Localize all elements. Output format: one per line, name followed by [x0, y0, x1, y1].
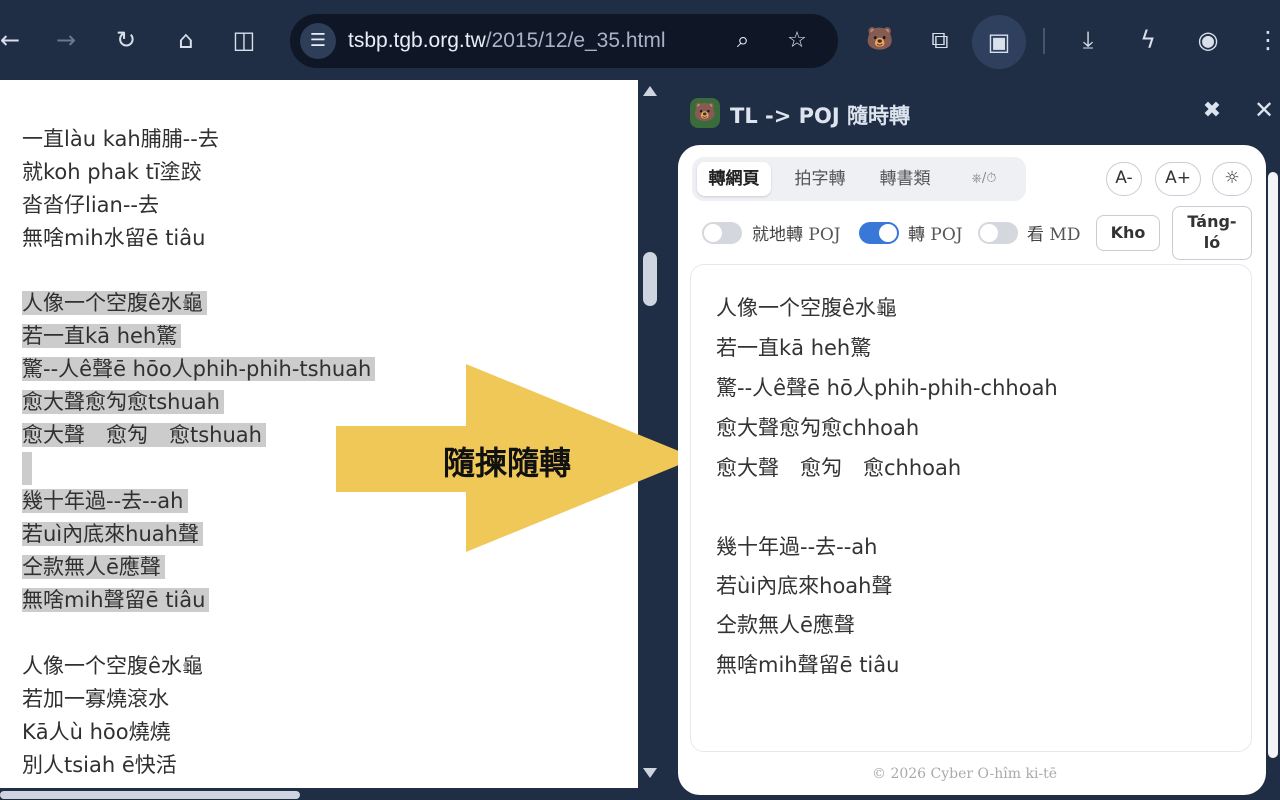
split-view-icon[interactable]: ◫ [226, 22, 262, 58]
bear-logo-icon: 🐻 [690, 98, 720, 128]
converted-line: 若ùi內底來hoah聲 [716, 574, 893, 598]
browser-menu-icon[interactable]: ⋮ [1250, 22, 1280, 58]
converted-line: 幾十年過--去--ah [716, 535, 878, 559]
page-horizontal-scroll-thumb[interactable] [0, 791, 300, 799]
toggle-inplace-poj-label: 就地轉 POJ [752, 225, 841, 245]
converted-line: 愈大聲愈勼愈chhoah [716, 416, 920, 440]
toggle-view-md[interactable] [978, 222, 1018, 244]
poem-line-selected[interactable]: 仝款無人ē應聲 [22, 551, 165, 584]
poem-line-selected[interactable]: 若uì內底來huah聲 [22, 518, 203, 551]
page-scroll-thumb[interactable] [643, 252, 657, 306]
poem-line-selected[interactable]: 愈大聲愈勼愈tshuah [22, 386, 224, 419]
side-panel-icon: ▣ [987, 28, 1011, 56]
performance-icon[interactable]: ϟ [1130, 22, 1166, 58]
poem-line: 沓沓仔lian--去 [22, 193, 160, 217]
scroll-up-arrow-icon[interactable] [643, 86, 657, 96]
theme-toggle-sun-icon[interactable]: ☼ [1212, 162, 1252, 196]
panel-scroll-thumb[interactable] [1268, 172, 1278, 758]
poem-line: 人像一个空腹ê水龜 [22, 654, 203, 678]
copy-button[interactable]: Kho [1096, 215, 1160, 251]
toggle-convert-poj[interactable] [859, 222, 899, 244]
poem-line-selected[interactable]: 愈大聲 愈勼 愈tshuah [22, 419, 266, 452]
tab-settings[interactable]: ⎈/⏱ [955, 162, 1013, 196]
convert-arrow-label: 隨揀隨轉 [443, 444, 572, 482]
poem-line: Kā人ù hōo燒燒 [22, 720, 171, 744]
font-larger-button[interactable]: A+ [1155, 162, 1201, 196]
scroll-down-arrow-icon[interactable] [643, 768, 657, 778]
poem-line: 就koh phak tī塗跤 [22, 160, 202, 184]
poem-line-selected[interactable]: 驚--人ê聲ē hōo人phih-phih-tshuah [22, 353, 376, 386]
converted-line: 若一直kā heh驚 [716, 336, 872, 360]
converted-line: 仝款無人ē應聲 [716, 613, 855, 637]
poem-line-selected[interactable]: 幾十年過--去--ah [22, 485, 188, 518]
toolbar-separator [1043, 28, 1045, 54]
font-smaller-button[interactable]: A- [1106, 162, 1142, 196]
close-icon[interactable]: ✕ [1250, 96, 1278, 126]
extensions-puzzle-icon[interactable]: ⧉ [922, 22, 958, 58]
clear-button[interactable]: Táng-ló [1172, 206, 1252, 260]
poem-line: 若加一寡燒滾水 [22, 687, 169, 711]
converted-line: 無啥mih聲留ē tiâu [716, 653, 900, 677]
profile-avatar[interactable]: ◉ [1190, 22, 1226, 58]
download-icon[interactable]: ⤓ [1070, 22, 1106, 58]
zoom-search-icon[interactable]: ⌕ [728, 26, 758, 56]
back-icon[interactable]: ← [0, 22, 28, 58]
toggle-convert-poj-label: 轉 POJ [908, 225, 963, 245]
toggle-inplace-poj[interactable] [702, 222, 742, 244]
poem-line-selected[interactable]: 若一直kā heh驚 [22, 320, 182, 353]
unpin-icon[interactable]: ✖ [1198, 98, 1226, 128]
poem-line-selected[interactable]: 人像一个空腹ê水龜 [22, 287, 207, 320]
selected-blank-line [22, 452, 32, 485]
poem-line-selected[interactable]: 無啥mih聲留ē tiâu [22, 584, 210, 617]
side-panel-title: TL -> POJ 隨時轉 [730, 104, 911, 128]
bear-extension-icon[interactable]: 🐻 [862, 22, 898, 58]
poem-line: 一直làu kah脯脯--去 [22, 127, 219, 151]
address-bar[interactable]: ☰ tsbp.tgb.org.tw/2015/12/e_35.html ⌕ ☆ [290, 14, 838, 68]
site-info-icon[interactable]: ☰ [300, 23, 336, 59]
panel-footer: © 2026 Cyber O-hîm ki-tē [872, 766, 1058, 782]
url-text[interactable]: tsbp.tgb.org.tw/2015/12/e_35.html [348, 29, 666, 53]
forward-icon[interactable]: → [48, 22, 84, 58]
reload-icon[interactable]: ↻ [108, 22, 144, 58]
bookmark-star-icon[interactable]: ☆ [782, 26, 812, 56]
toggle-view-md-label: 看 MD [1027, 225, 1081, 245]
tab-convert-page[interactable]: 轉網頁 [697, 162, 771, 196]
converted-line: 驚--人ê聲ē hō人phih-phih-chhoah [716, 376, 1058, 400]
tab-convert-docs[interactable]: 轉書類 [867, 162, 943, 196]
home-icon[interactable]: ⌂ [168, 22, 204, 58]
poem-line: 無啥mih水留ē tiâu [22, 226, 206, 250]
poem-line: 別人tsiah ē快活 [22, 753, 177, 777]
tab-type-convert[interactable]: 拍字轉 [782, 162, 858, 196]
converted-line: 愈大聲 愈勼 愈chhoah [716, 456, 962, 480]
converted-line: 人像一个空腹ê水龜 [716, 296, 897, 320]
